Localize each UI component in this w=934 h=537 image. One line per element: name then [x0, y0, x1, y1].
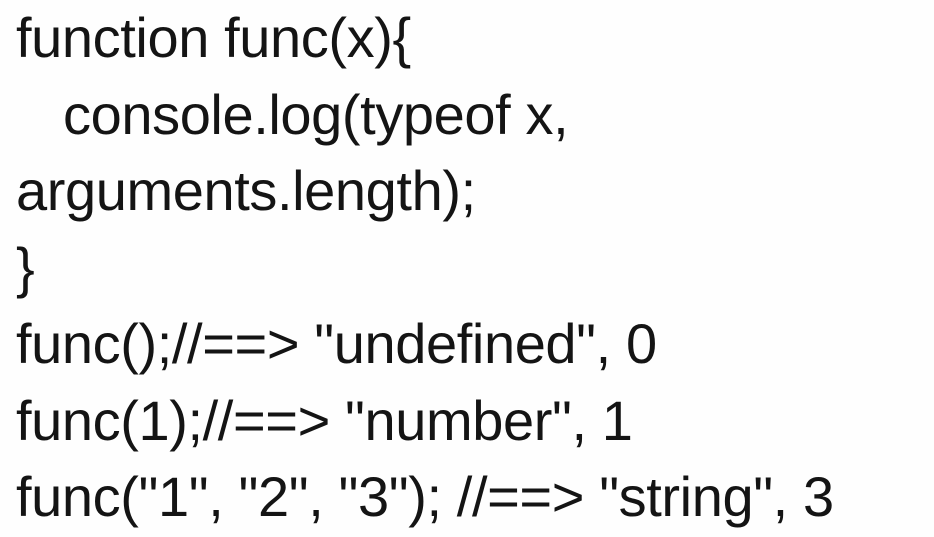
slide: function func(x){ console.log(typeof x, …	[0, 0, 934, 537]
code-line-arguments-length: arguments.length);	[16, 159, 476, 222]
code-line-call-one-arg: func(1);//==> "number", 1	[16, 388, 633, 452]
code-line-call-three-args: func("1", "2", "3"); //==> "string", 3	[16, 465, 834, 528]
code-line-call-no-args: func();//==> "undefined", 0	[16, 312, 657, 375]
code-line-function-declaration: function func(x){	[16, 6, 411, 69]
code-line-closing-brace: }	[16, 235, 35, 299]
code-line-console-log: console.log(typeof x,	[63, 82, 569, 146]
code-snippet: function func(x){ console.log(typeof x, …	[16, 0, 926, 536]
